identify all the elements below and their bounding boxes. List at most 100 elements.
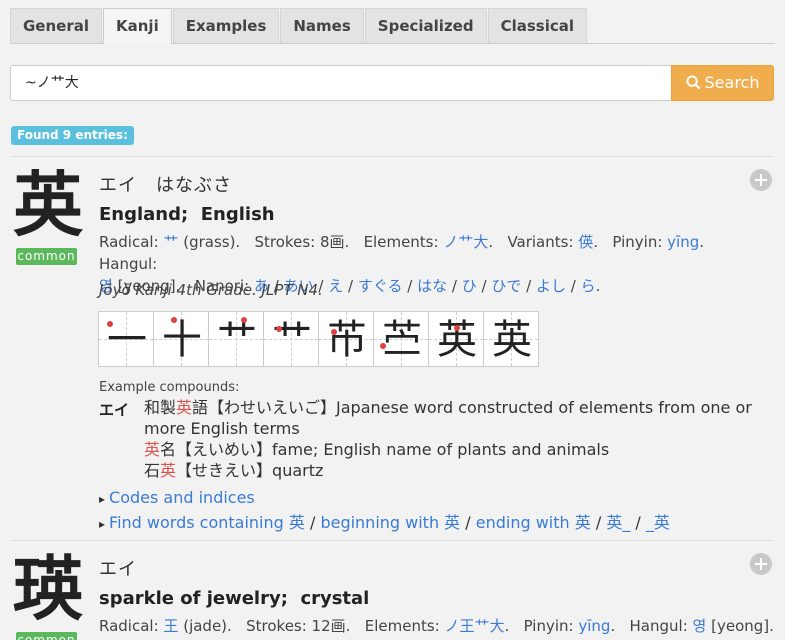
common-badge: common xyxy=(16,248,77,265)
hangul-romanization: [yeong]. xyxy=(711,617,774,635)
elements-link[interactable]: ノ王艹大 xyxy=(445,617,505,635)
stroke-step: 苎 xyxy=(373,311,429,367)
pinyin-label: Pinyin: xyxy=(523,617,574,635)
variants-label: Variants: xyxy=(507,233,574,251)
stroke-start-dot xyxy=(107,321,113,327)
meaning: English xyxy=(200,204,275,225)
stroke-char: 十 xyxy=(162,317,202,363)
stroke-step: 芇 xyxy=(318,311,374,367)
elements-link[interactable]: ノ艹大 xyxy=(443,233,488,251)
kanji-character: 瑛 xyxy=(13,547,83,630)
compound-row: 和製英語【わせいえいご】Japanese word constructed of… xyxy=(144,397,752,418)
pinyin-label: Pinyin: xyxy=(612,233,663,251)
stroke-step: 十 xyxy=(153,311,209,367)
radical-name: (grass). xyxy=(183,233,241,251)
compound-highlight: 英 xyxy=(144,440,161,459)
find-suffix-link[interactable]: _英 xyxy=(646,513,670,532)
found-entries-badge: Found 9 entries: xyxy=(11,126,134,145)
tab-examples[interactable]: Examples xyxy=(172,8,280,43)
nanori-link[interactable]: え xyxy=(328,277,343,295)
divider xyxy=(10,156,774,157)
grade-info: Jōyō Kanji 4th Grade. JLPT N4. xyxy=(99,281,323,299)
codes-disclosure: Codes and indices xyxy=(99,488,255,507)
nanori-link[interactable]: すぐる xyxy=(358,277,403,295)
plus-circle-icon[interactable] xyxy=(750,169,772,191)
find-beginning-link[interactable]: beginning with 英 xyxy=(320,513,460,532)
radical-link[interactable]: 艹 xyxy=(163,233,178,251)
stroke-step: 一 xyxy=(98,311,154,367)
stroke-start-dot xyxy=(276,326,282,332)
stroke-start-dot xyxy=(331,329,337,335)
radical-name: (jade). xyxy=(183,617,232,635)
kanji-readings: エイ xyxy=(99,559,137,580)
search-input[interactable]: ~ノ艹大 xyxy=(10,65,672,101)
stroke-step: 艹 xyxy=(208,311,264,367)
compound-prefix: 和製 xyxy=(144,398,177,417)
compound-prefix: 石 xyxy=(144,461,161,480)
stroke-start-dot xyxy=(171,317,177,323)
search-button[interactable]: Search xyxy=(671,65,774,101)
compound-row: 英名【えいめい】fame; English name of plants and… xyxy=(144,439,609,460)
stroke-step: 艹 xyxy=(263,311,319,367)
elements-label: Elements: xyxy=(364,617,440,635)
stroke-order-diagram: 一 十 艹 艹 芇 苎 英 英 xyxy=(98,311,539,367)
stroke-char: 苎 xyxy=(382,317,422,363)
stroke-start-dot xyxy=(380,343,386,349)
stroke-start-dot xyxy=(454,325,460,331)
tab-specialized[interactable]: Specialized xyxy=(364,8,487,43)
stroke-start-dot xyxy=(241,317,247,323)
compound-text: 【せきえい】quartz xyxy=(176,461,324,480)
nanori-link[interactable]: はな xyxy=(417,277,447,295)
stroke-char: 英 xyxy=(437,317,477,363)
compound-highlight: 英 xyxy=(160,461,177,480)
find-prefix-link[interactable]: 英_ xyxy=(606,513,630,532)
hangul-label: Hangul: xyxy=(99,255,158,273)
variant-link[interactable]: 偀 xyxy=(578,233,593,251)
plus-circle-icon[interactable] xyxy=(750,553,772,575)
stroke-step: 英 xyxy=(483,311,539,367)
pinyin-link[interactable]: yīng xyxy=(667,233,699,251)
stroke-count: Strokes: 8画. xyxy=(254,233,350,251)
compound-highlight: 英 xyxy=(176,398,193,417)
find-containing-link[interactable]: Find words containing 英 xyxy=(109,513,305,532)
tab-names[interactable]: Names xyxy=(280,8,364,43)
stroke-char: 一 xyxy=(107,317,147,363)
hangul-link[interactable]: 영 xyxy=(693,617,707,635)
tab-classical[interactable]: Classical xyxy=(487,8,588,43)
nanori-link[interactable]: ら xyxy=(581,277,596,295)
kanji-readings: エイ はなぶさ xyxy=(99,175,232,196)
compound-text: 語【わせいえいご】Japanese word constructed of el… xyxy=(192,398,752,417)
example-compounds-title: Example compounds: xyxy=(99,380,240,395)
codes-link[interactable]: Codes and indices xyxy=(109,488,255,507)
elements-label: Elements: xyxy=(363,233,439,251)
radical-link[interactable]: 王 xyxy=(163,617,178,635)
tab-kanji[interactable]: Kanji xyxy=(103,8,172,44)
tab-bar: General Kanji Examples Names Specialized… xyxy=(10,8,775,44)
nanori-link[interactable]: よし xyxy=(536,277,566,295)
stroke-char: 艹 xyxy=(272,317,312,363)
pinyin-link[interactable]: yīng xyxy=(578,617,610,635)
hangul-label: Hangul: xyxy=(629,617,688,635)
kanji-info: Radical: 王 (jade). Strokes: 12画. Element… xyxy=(99,617,774,635)
nanori-link[interactable]: ひ xyxy=(462,277,477,295)
compound-reading: エイ xyxy=(99,401,130,419)
meaning: crystal xyxy=(300,588,370,609)
radical-label: Radical: xyxy=(99,233,159,251)
nanori-link[interactable]: ひで xyxy=(491,277,521,295)
stroke-char: 艹 xyxy=(217,317,257,363)
stroke-step: 英 xyxy=(428,311,484,367)
compound-text: 名【えいめい】fame; English name of plants and … xyxy=(160,440,610,459)
meaning: sparkle of jewelry xyxy=(99,588,281,609)
radical-label: Radical: xyxy=(99,617,159,635)
meaning: England xyxy=(99,204,182,225)
kanji-character: 英 xyxy=(13,163,83,246)
stroke-char: 英 xyxy=(492,317,532,363)
search-bar: ~ノ艹大 Search xyxy=(10,65,774,101)
divider xyxy=(10,540,774,541)
find-ending-link[interactable]: ending with 英 xyxy=(476,513,591,532)
stroke-count: Strokes: 12画. xyxy=(246,617,351,635)
stroke-char: 芇 xyxy=(327,317,367,363)
tab-general[interactable]: General xyxy=(10,8,102,43)
compound-text: more English terms xyxy=(144,419,300,438)
kanji-meanings: England; English xyxy=(99,204,275,225)
